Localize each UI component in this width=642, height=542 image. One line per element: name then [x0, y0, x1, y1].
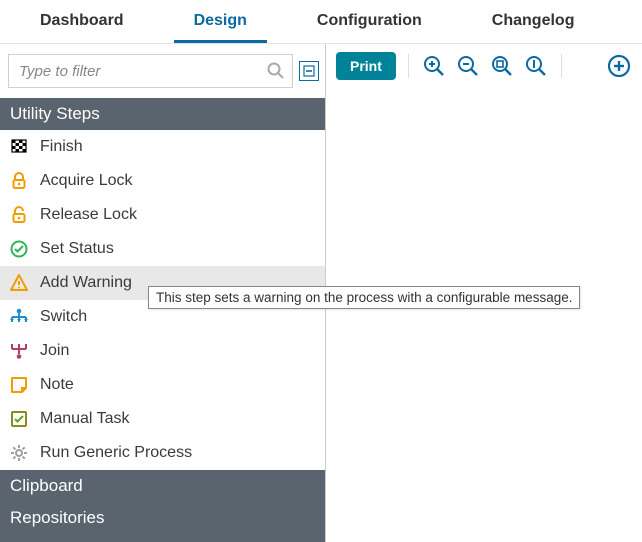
section-resource-tools[interactable]: Resource Tools [0, 534, 325, 542]
step-note[interactable]: Note [0, 368, 325, 402]
section-clipboard[interactable]: Clipboard [0, 470, 325, 502]
step-label: Run Generic Process [40, 444, 317, 462]
step-finish[interactable]: Finish [0, 130, 325, 164]
section-repositories[interactable]: Repositories [0, 502, 325, 534]
step-join[interactable]: Join [0, 334, 325, 368]
top-tabs: Dashboard Design Configuration Changelog [0, 0, 642, 44]
canvas-toolbar: Print [326, 44, 642, 88]
step-acquire-lock[interactable]: Acquire Lock [0, 164, 325, 198]
step-label: Manual Task [40, 410, 317, 428]
manual-task-icon [8, 408, 30, 430]
zoom-out-icon[interactable] [455, 53, 481, 79]
add-icon[interactable] [606, 53, 632, 79]
collapse-palette-button[interactable] [299, 61, 319, 81]
note-icon [8, 374, 30, 396]
filter-row [0, 44, 325, 98]
set-status-icon [8, 238, 30, 260]
step-label: Finish [40, 138, 317, 156]
join-icon [8, 340, 30, 362]
step-tooltip: This step sets a warning on the process … [148, 286, 580, 309]
tab-changelog[interactable]: Changelog [472, 2, 595, 43]
step-run-generic-process[interactable]: Run Generic Process [0, 436, 325, 470]
filter-input[interactable] [9, 57, 260, 86]
step-release-lock[interactable]: Release Lock [0, 198, 325, 232]
separator [408, 54, 409, 78]
step-label: Release Lock [40, 206, 317, 224]
palette-scroll[interactable]: Utility Steps Finish Acquire Lock [0, 98, 325, 542]
step-label: Switch [40, 308, 317, 326]
finish-icon [8, 136, 30, 158]
tab-configuration[interactable]: Configuration [297, 2, 442, 43]
tab-dashboard[interactable]: Dashboard [20, 2, 144, 43]
step-label: Note [40, 376, 317, 394]
filter-input-wrap [8, 54, 293, 88]
zoom-fit-icon[interactable] [489, 53, 515, 79]
step-label: Join [40, 342, 317, 360]
search-icon[interactable] [260, 61, 292, 81]
switch-icon [8, 306, 30, 328]
section-utility-steps[interactable]: Utility Steps [0, 98, 325, 130]
tab-design[interactable]: Design [174, 2, 267, 43]
print-button[interactable]: Print [336, 52, 396, 80]
zoom-actual-icon[interactable] [523, 53, 549, 79]
gear-icon [8, 442, 30, 464]
warning-icon [8, 272, 30, 294]
separator [561, 54, 562, 78]
step-label: Acquire Lock [40, 172, 317, 190]
step-label: Set Status [40, 240, 317, 258]
acquire-lock-icon [8, 170, 30, 192]
step-set-status[interactable]: Set Status [0, 232, 325, 266]
zoom-in-icon[interactable] [421, 53, 447, 79]
step-manual-task[interactable]: Manual Task [0, 402, 325, 436]
release-lock-icon [8, 204, 30, 226]
